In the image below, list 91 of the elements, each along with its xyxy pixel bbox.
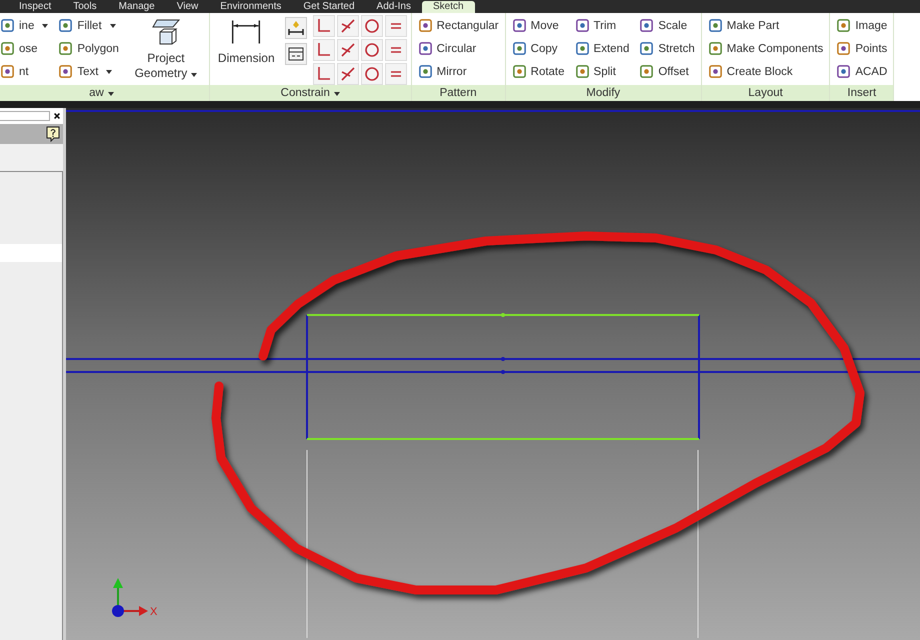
tool-button[interactable]: ose bbox=[0, 38, 50, 59]
tool-button[interactable]: Mirror bbox=[416, 61, 501, 82]
panel-title: Insert bbox=[830, 85, 894, 101]
panel-title: Modify bbox=[506, 85, 701, 101]
constraint-icon[interactable] bbox=[312, 39, 335, 61]
tool-icon bbox=[836, 41, 852, 56]
tool-button[interactable]: Stretch bbox=[637, 38, 697, 59]
tool-icon bbox=[512, 41, 527, 56]
tool-icon bbox=[58, 18, 74, 33]
ribbon-tab[interactable]: Inspect bbox=[8, 1, 62, 13]
sketch-rectangle[interactable] bbox=[306, 313, 700, 440]
tool-button[interactable]: nt bbox=[0, 61, 50, 82]
constraint-icon[interactable] bbox=[360, 63, 383, 85]
tool-button[interactable]: Make Part bbox=[706, 15, 826, 36]
tool-icon bbox=[418, 18, 433, 33]
tool-button[interactable]: Circular bbox=[416, 38, 501, 59]
tool-button[interactable]: Image bbox=[834, 15, 890, 36]
tool-button[interactable]: Move bbox=[510, 15, 567, 36]
constraint-icon[interactable] bbox=[312, 63, 335, 85]
constraint-settings-icon[interactable] bbox=[284, 43, 307, 65]
tool-icon bbox=[836, 64, 852, 79]
tool-button[interactable]: Polygon bbox=[56, 38, 121, 59]
panel-title[interactable]: Constrain bbox=[210, 85, 411, 101]
tool-icon bbox=[418, 64, 433, 79]
tool-button[interactable]: Split bbox=[572, 61, 632, 82]
tool-icon bbox=[708, 18, 723, 33]
panel-title[interactable]: aw bbox=[0, 85, 209, 101]
constraint-icon[interactable] bbox=[384, 15, 407, 37]
constraint-icon[interactable] bbox=[384, 39, 407, 61]
tool-icon bbox=[58, 41, 74, 56]
caret-icon bbox=[334, 92, 340, 96]
tool-button[interactable]: Make Components bbox=[706, 38, 826, 59]
constraint-icon[interactable] bbox=[360, 39, 383, 61]
tool-button[interactable]: Fillet bbox=[56, 15, 121, 36]
caret-icon bbox=[42, 24, 48, 28]
constraint-icon[interactable] bbox=[360, 15, 383, 37]
tool-icon bbox=[0, 41, 15, 56]
panel-field[interactable] bbox=[0, 111, 50, 121]
tool-button[interactable]: ine bbox=[0, 15, 50, 36]
ribbon-tab[interactable]: Tools bbox=[62, 1, 108, 13]
tool-button[interactable]: Trim bbox=[572, 15, 632, 36]
tool-icon bbox=[0, 18, 15, 33]
project-geometry-button[interactable]: Project Geometry bbox=[126, 15, 205, 83]
tool-button[interactable]: Rectangular bbox=[416, 15, 501, 36]
ribbon-tab[interactable]: Add-Ins bbox=[366, 1, 422, 13]
tool-icon bbox=[574, 64, 590, 79]
tool-button[interactable]: Extend bbox=[572, 38, 632, 59]
tool-button[interactable]: ACAD bbox=[834, 61, 890, 82]
tool-icon bbox=[639, 64, 654, 79]
tool-icon bbox=[574, 18, 590, 33]
auto-dimension-icon[interactable] bbox=[284, 17, 307, 39]
ribbon-tab[interactable]: Environments bbox=[209, 1, 292, 13]
tool-icon bbox=[708, 64, 723, 79]
tool-button[interactable]: Scale bbox=[637, 15, 697, 36]
caret-icon bbox=[106, 70, 112, 74]
tool-icon bbox=[708, 41, 723, 56]
tool-icon bbox=[512, 18, 527, 33]
axis-label: X bbox=[150, 606, 158, 618]
constraint-icon[interactable] bbox=[384, 63, 407, 85]
tool-button[interactable]: Create Block bbox=[706, 61, 826, 82]
cube-icon bbox=[150, 17, 182, 47]
tool-button[interactable]: Rotate bbox=[510, 61, 567, 82]
tool-icon bbox=[418, 41, 433, 56]
constraint-icon[interactable] bbox=[336, 39, 359, 61]
ribbon-tab[interactable]: Get Started bbox=[292, 1, 366, 13]
caret-icon bbox=[108, 92, 114, 96]
tool-button[interactable]: Text bbox=[56, 61, 121, 82]
ribbon-tab[interactable]: View bbox=[166, 1, 210, 13]
constraint-icon[interactable] bbox=[336, 15, 359, 37]
panel-title: Layout bbox=[702, 85, 830, 101]
dimension-button[interactable]: Dimension bbox=[214, 15, 279, 68]
tool-button[interactable]: Points bbox=[834, 38, 890, 59]
constraint-icon[interactable] bbox=[336, 63, 359, 85]
constraint-icon[interactable] bbox=[312, 15, 335, 37]
tool-icon bbox=[0, 64, 15, 79]
panel-title: Pattern bbox=[412, 85, 505, 101]
tool-icon bbox=[639, 18, 654, 33]
tool-icon bbox=[639, 41, 654, 56]
tool-button[interactable]: Offset bbox=[637, 61, 697, 82]
help-icon[interactable] bbox=[46, 126, 60, 142]
tool-icon bbox=[574, 41, 590, 56]
ribbon-tab[interactable]: Manage bbox=[108, 1, 166, 13]
caret-icon bbox=[191, 73, 198, 77]
tool-button[interactable]: Copy bbox=[510, 38, 567, 59]
ribbon-tab[interactable]: Sketch bbox=[422, 1, 475, 13]
caret-icon bbox=[110, 24, 116, 28]
axis-indicator-icon bbox=[112, 578, 148, 617]
tool-icon bbox=[836, 18, 852, 33]
tool-icon bbox=[58, 64, 74, 79]
tool-icon bbox=[512, 64, 527, 79]
close-icon[interactable] bbox=[53, 112, 61, 120]
